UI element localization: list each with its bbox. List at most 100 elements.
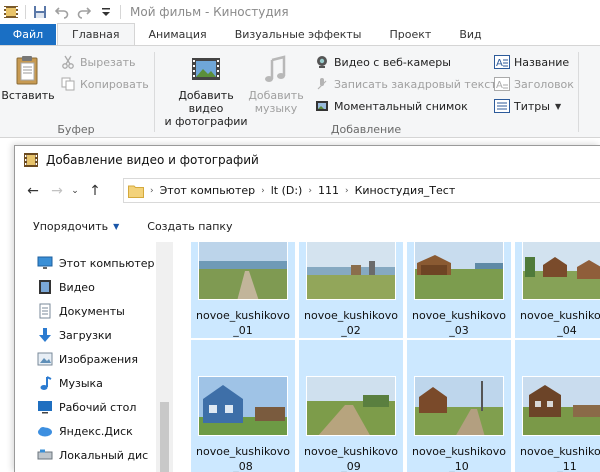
navigation-scrollbar-thumb[interactable] [160,402,169,472]
recent-dropdown-icon[interactable]: ⌄ [69,179,81,203]
file-tile[interactable]: novoe_kushikovo_11 [515,340,600,472]
paste-button[interactable]: Вставить [1,54,55,102]
video-folder-icon [37,279,53,295]
nav-item-desktop[interactable]: Рабочий стол [37,396,136,418]
credits-text-icon [494,98,510,114]
music-icon [37,375,53,391]
file-tile[interactable]: novoe_kushikovo _10 [407,340,511,472]
address-row: ← → ⌄ ↑ › Этот компьютер › lt (D:) › 111… [15,178,600,204]
nav-item-this-pc[interactable]: Этот компьютер [37,252,155,274]
save-icon[interactable] [29,0,51,24]
undo-icon[interactable] [51,0,73,24]
thumbnail-09 [306,376,396,436]
up-arrow-icon[interactable]: ↑ [83,179,107,203]
tab-home[interactable]: Главная [57,23,135,45]
nav-item-downloads[interactable]: Загрузки [37,324,112,346]
breadcrumb-chevron-icon: › [261,185,265,196]
paste-icon [12,54,44,86]
window-title: Мой фильм - Киностудия [130,5,289,19]
add-video-photo-button[interactable]: Добавить видео и фотографии [160,54,252,128]
address-bar[interactable]: › Этот компьютер › lt (D:) › 111 › Кинос… [123,178,600,203]
add-media-dialog: Добавление видео и фотографий ← → ⌄ ↑ › … [14,145,600,472]
yandex-disk-icon [37,423,53,439]
forward-arrow-icon[interactable]: → [45,179,69,203]
nav-item-local-disk[interactable]: Локальный дис [37,444,148,466]
copy-button[interactable]: Копировать [60,74,149,94]
thumbnail-11 [522,376,600,436]
ribbon-home: Вставить Вырезать Копировать Буфер Добав… [0,45,600,138]
breadcrumb-folder-111[interactable]: 111 [318,184,339,197]
organize-dropdown-icon: ▼ [113,221,120,231]
tab-file[interactable]: Файл [0,24,56,45]
file-tile[interactable]: novoe_kushikovo _08 [191,340,295,472]
clipboard-group-label: Буфер [57,123,95,136]
file-tile[interactable]: novoe_kushikovo _03 [407,242,511,338]
organize-button[interactable]: Упорядочить ▼ [33,220,119,233]
computer-icon [37,255,53,271]
file-tile[interactable]: novoe_kushikovo _01 [191,242,295,338]
file-tile[interactable]: novoe_kushikovo _09 [299,340,403,472]
thumbnail-03 [414,242,504,300]
caption-button[interactable]: A Заголовок [494,74,574,94]
tab-project[interactable]: Проект [376,24,446,45]
scissors-icon [60,54,76,70]
new-folder-button[interactable]: Создать папку [147,220,232,233]
thumbnail-01 [198,242,288,300]
file-list: novoe_kushikovo _01 novoe_kushikovo _02 no… [173,242,600,472]
nav-item-music[interactable]: Музыка [37,372,103,394]
local-disk-icon [37,447,53,463]
dialog-title: Добавление видео и фотографий [46,153,259,167]
caption-text-icon: A [494,76,510,92]
app-film-icon[interactable] [0,0,22,24]
cut-button[interactable]: Вырезать [60,52,135,72]
file-tile[interactable]: novoe_kushikovo _02 [299,242,403,338]
add-group: Добавить видео и фотографии Добавить муз… [156,46,576,138]
thumbnail-10 [414,376,504,436]
webcam-video-button[interactable]: Видео с веб-камеры [314,52,451,72]
add-music-button[interactable]: Добавить музыку [248,54,304,115]
webcam-icon [314,54,330,70]
desktop-icon [37,399,53,415]
thumbnail-04 [522,242,600,300]
snapshot-icon [314,98,330,114]
tab-animation[interactable]: Анимация [135,24,221,45]
documents-icon [37,303,53,319]
film-icon [23,152,39,168]
command-bar: Упорядочить ▼ Создать папку [15,210,600,242]
nav-item-pictures[interactable]: Изображения [37,348,138,370]
copy-icon [60,76,76,92]
pictures-icon [37,351,53,367]
navigation-scrollbar[interactable] [156,242,173,472]
tab-visual-effects[interactable]: Визуальные эффекты [221,24,376,45]
svg-text:A: A [496,80,503,91]
breadcrumb-chevron-icon: › [150,185,154,196]
record-narration-button[interactable]: Записать закадровый текст [314,74,497,94]
title-button[interactable]: A Название [494,52,569,72]
nav-item-yandex-disk[interactable]: Яндекс.Диск [37,420,133,442]
nav-item-video[interactable]: Видео [37,276,95,298]
add-group-label: Добавление [330,123,402,136]
redo-icon[interactable] [73,0,95,24]
snapshot-button[interactable]: Моментальный снимок [314,96,468,116]
downloads-icon [37,327,53,343]
film-photo-icon [190,54,222,86]
breadcrumb-this-pc[interactable]: Этот компьютер [160,184,256,197]
file-tile[interactable]: novoe_kushikovo_04 [515,242,600,338]
music-note-icon [260,54,292,86]
nav-item-documents[interactable]: Документы [37,300,125,322]
thumbnail-02 [306,242,396,300]
tab-view[interactable]: Вид [445,24,495,45]
dialog-title-bar: Добавление видео и фотографий [15,146,600,174]
title-text-icon: A [494,54,510,70]
clipboard-group: Вставить Вырезать Копировать Буфер [0,46,152,138]
breadcrumb-current-folder[interactable]: Киностудия_Тест [355,184,456,197]
ribbon-tabs: Файл Главная Анимация Визуальные эффекты… [0,23,600,45]
breadcrumb-chevron-icon: › [344,185,349,196]
thumbnail-08 [198,376,288,436]
title-bar: Мой фильм - Киностудия [0,0,600,24]
customize-quick-access-icon[interactable] [95,0,117,24]
breadcrumb-drive[interactable]: lt (D:) [271,184,303,197]
credits-button[interactable]: Титры ▼ [494,96,561,116]
folder-icon [128,184,144,198]
back-arrow-icon[interactable]: ← [21,179,45,203]
